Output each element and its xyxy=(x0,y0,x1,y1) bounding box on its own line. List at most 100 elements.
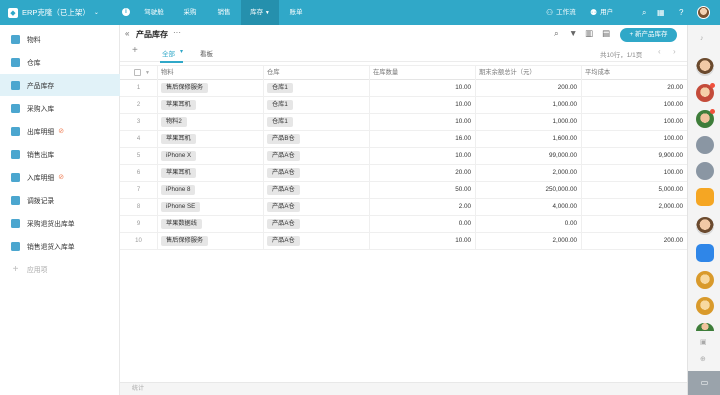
cell-warehouse[interactable]: 产品A仓 xyxy=(263,148,369,164)
toggle-rail-icon[interactable]: ▭ xyxy=(688,371,720,395)
record-tag[interactable]: 物料2 xyxy=(161,117,187,127)
collapse-sidebar-icon[interactable]: « xyxy=(125,29,129,38)
table-row[interactable]: 1 售后保修服务 仓库1 10.00 200.00 20.00 xyxy=(120,80,687,97)
cell-qty[interactable]: 10.00 xyxy=(369,114,475,130)
cell-qty[interactable]: 50.00 xyxy=(369,182,475,198)
app-switcher[interactable]: ◆ ERP克隆（已上架） ⌄ xyxy=(8,0,99,25)
cell-avg-cost[interactable]: 5,000.00 xyxy=(581,182,687,198)
record-tag[interactable]: 仓库1 xyxy=(267,83,293,93)
cell-warehouse[interactable]: 仓库1 xyxy=(263,97,369,113)
tab-board[interactable]: 看板 xyxy=(200,48,213,58)
cell-material[interactable]: 苹果耳机 xyxy=(157,165,263,181)
sidebar-item-purchase-inbound[interactable]: 采购入库 xyxy=(0,97,120,119)
record-tag[interactable]: 产品A仓 xyxy=(267,202,300,212)
cell-warehouse[interactable]: 产品A仓 xyxy=(263,182,369,198)
table-row[interactable]: 9 苹果数据线 产品A仓 0.00 0.00 xyxy=(120,216,687,233)
notification-icon[interactable] xyxy=(696,162,714,180)
cell-material[interactable]: 苹果耳机 xyxy=(157,131,263,147)
bell-icon[interactable]: ♪ xyxy=(700,35,704,42)
cell-balance[interactable]: 99,000.00 xyxy=(475,148,581,164)
cell-warehouse[interactable]: 产品A仓 xyxy=(263,233,369,249)
cell-material[interactable]: iPhone 8 xyxy=(157,182,263,198)
cell-avg-cost[interactable]: 100.00 xyxy=(581,97,687,113)
cell-warehouse[interactable]: 仓库1 xyxy=(263,80,369,96)
cell-balance[interactable]: 0.00 xyxy=(475,216,581,232)
table-row[interactable]: 7 iPhone 8 产品A仓 50.00 250,000.00 5,000.00 xyxy=(120,182,687,199)
avatar[interactable] xyxy=(696,217,714,235)
cell-avg-cost[interactable] xyxy=(581,216,687,232)
cell-qty[interactable]: 10.00 xyxy=(369,233,475,249)
cell-avg-cost[interactable]: 100.00 xyxy=(581,114,687,130)
column-header-warehouse[interactable]: 仓库 xyxy=(263,66,369,80)
column-header-balance[interactable]: 期末余额总计（元） xyxy=(475,66,581,80)
record-tag[interactable]: 苹果耳机 xyxy=(161,134,196,144)
table-row[interactable]: 4 苹果耳机 产品B仓 16.00 1,600.00 100.00 xyxy=(120,131,687,148)
filter-icon[interactable]: ▼ xyxy=(569,29,577,38)
record-tag[interactable]: 售后保修服务 xyxy=(161,83,209,93)
more-icon[interactable]: ··· xyxy=(173,28,181,37)
cell-warehouse[interactable]: 产品A仓 xyxy=(263,199,369,215)
table-row[interactable]: 2 苹果耳机 仓库1 10.00 1,000.00 100.00 xyxy=(120,97,687,114)
record-tag[interactable]: iPhone X xyxy=(161,151,197,161)
cell-warehouse[interactable]: 产品A仓 xyxy=(263,216,369,232)
cell-balance[interactable]: 1,000.00 xyxy=(475,97,581,113)
add-app-item[interactable]: + 应用项 xyxy=(0,258,120,280)
chevron-down-icon[interactable]: ▼ xyxy=(145,66,150,80)
avatar[interactable] xyxy=(697,6,710,19)
sidebar-item-purchase-return[interactable]: 采购退货出库单 xyxy=(0,212,120,234)
record-tag[interactable]: iPhone 8 xyxy=(161,185,196,195)
record-tag[interactable]: 产品A仓 xyxy=(267,236,300,246)
cell-balance[interactable]: 250,000.00 xyxy=(475,182,581,198)
cell-warehouse[interactable]: 仓库1 xyxy=(263,114,369,130)
table-row[interactable]: 8 iPhone SE 产品A仓 2.00 4,000.00 2,000.00 xyxy=(120,199,687,216)
column-header-material[interactable]: 物料 xyxy=(157,66,263,80)
cell-balance[interactable]: 2,000.00 xyxy=(475,165,581,181)
select-all-checkbox[interactable] xyxy=(134,69,141,76)
record-tag[interactable]: 售后保修服务 xyxy=(161,236,209,246)
cell-warehouse[interactable]: 产品A仓 xyxy=(263,165,369,181)
workflow-link[interactable]: ⚇ 工作流 xyxy=(546,0,576,25)
record-tag[interactable]: 产品A仓 xyxy=(267,185,300,195)
cell-avg-cost[interactable]: 100.00 xyxy=(581,131,687,147)
new-record-button[interactable]: + 新产品库存 xyxy=(620,28,677,42)
record-tag[interactable]: 产品A仓 xyxy=(267,151,300,161)
record-tag[interactable]: 苹果数据线 xyxy=(161,219,202,229)
record-tag[interactable]: iPhone SE xyxy=(161,202,201,212)
cell-material[interactable]: 物料2 xyxy=(157,114,263,130)
sidebar-item-outbound-detail[interactable]: 出库明细 ⊘ xyxy=(0,120,120,142)
cell-balance[interactable]: 1,600.00 xyxy=(475,131,581,147)
record-tag[interactable]: 产品A仓 xyxy=(267,168,300,178)
avatar[interactable] xyxy=(696,297,714,315)
cell-qty[interactable]: 2.00 xyxy=(369,199,475,215)
column-header-avg-cost[interactable]: 平均成本 xyxy=(581,66,687,80)
users-link[interactable]: ⚉ 用户 xyxy=(590,0,613,25)
avatar[interactable] xyxy=(696,323,714,331)
stats-icon[interactable]: ▥ xyxy=(585,29,593,38)
cell-balance[interactable]: 4,000.00 xyxy=(475,199,581,215)
nav-purchase[interactable]: 采购 xyxy=(175,0,205,25)
record-tag[interactable]: 产品B仓 xyxy=(267,134,300,144)
sidebar-item-product-inventory[interactable]: 产品库存 xyxy=(0,74,120,96)
cell-material[interactable]: 苹果数据线 xyxy=(157,216,263,232)
cell-balance[interactable]: 200.00 xyxy=(475,80,581,96)
table-row[interactable]: 6 苹果耳机 产品A仓 20.00 2,000.00 100.00 xyxy=(120,165,687,182)
next-page-icon[interactable]: › xyxy=(673,47,676,56)
record-tag[interactable]: 产品A仓 xyxy=(267,219,300,229)
search-icon[interactable]: ⌕ xyxy=(554,29,559,38)
add-chat-icon[interactable]: ⊕ xyxy=(700,355,706,363)
cell-qty[interactable]: 10.00 xyxy=(369,80,475,96)
cell-material[interactable]: 售后保修服务 xyxy=(157,233,263,249)
cell-material[interactable]: 苹果耳机 xyxy=(157,97,263,113)
cell-qty[interactable]: 10.00 xyxy=(369,97,475,113)
cell-qty[interactable]: 20.00 xyxy=(369,165,475,181)
avatar[interactable] xyxy=(696,271,714,289)
info-icon[interactable]: i xyxy=(122,8,130,16)
apps-grid-icon[interactable]: ▦ xyxy=(657,0,665,25)
cell-avg-cost[interactable]: 200.00 xyxy=(581,233,687,249)
avatar[interactable] xyxy=(696,58,714,76)
column-header-qty[interactable]: 在库数量 xyxy=(369,66,475,80)
sidebar-item-transfer[interactable]: 调拨记录 xyxy=(0,189,120,211)
nav-dashboard[interactable]: 驾驶舱 xyxy=(137,0,171,25)
cell-balance[interactable]: 1,000.00 xyxy=(475,114,581,130)
nav-bills[interactable]: 账单 xyxy=(281,0,311,25)
